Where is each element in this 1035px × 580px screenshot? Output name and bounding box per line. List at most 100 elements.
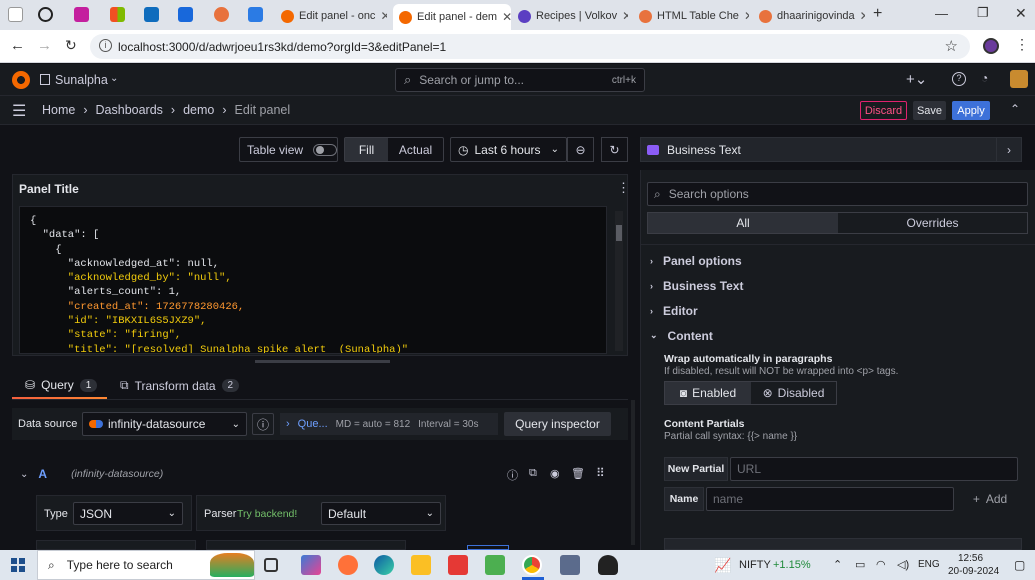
add-button[interactable]: + Add (962, 487, 1018, 511)
jira-icon[interactable] (178, 7, 193, 22)
datasource-select[interactable]: infinity-datasource ⌄ (82, 412, 247, 436)
help-icon[interactable]: ⓘ (507, 467, 518, 483)
taskbar-search[interactable]: ⌕ Type here to search (37, 550, 255, 580)
help-icon[interactable]: ⓘ (252, 413, 274, 435)
name-input[interactable]: name (706, 487, 954, 511)
close-icon[interactable]: ✕ (380, 9, 387, 23)
minimize-icon[interactable]: — (935, 6, 948, 21)
browser-tab[interactable]: Recipes | Volkov ✕ (512, 4, 628, 28)
bookmark-star-icon[interactable]: ☆ (945, 37, 958, 55)
org-switcher[interactable]: Sunalpha (55, 73, 108, 87)
tab-transform[interactable]: ⧉ Transform data 2 (120, 378, 240, 393)
chrome-icon[interactable] (522, 555, 542, 575)
time-range-picker[interactable]: ◷ Last 6 hours ⌄ (450, 137, 567, 162)
app2-icon[interactable] (214, 7, 229, 22)
zoom-out-icon[interactable]: ⊖ (567, 137, 594, 162)
display-icon[interactable]: ▭ (855, 558, 865, 571)
code-scrollbar-thumb[interactable] (616, 225, 622, 241)
switch-icon[interactable] (313, 143, 337, 156)
chevron-up-icon[interactable]: ⌃ (833, 558, 842, 571)
restore-icon[interactable]: ❐ (977, 5, 989, 21)
wifi-icon[interactable]: ◠ (876, 558, 886, 571)
breadcrumb-demo[interactable]: demo (183, 103, 214, 117)
query-scrollbar[interactable] (631, 400, 635, 545)
outlook-icon[interactable] (144, 7, 159, 22)
file-explorer-icon[interactable] (411, 555, 431, 575)
search-options-input[interactable]: ⌕ Search options (647, 182, 1028, 206)
section-panel-options[interactable]: › Panel options (640, 248, 1035, 273)
discard-button[interactable]: Discard (860, 101, 907, 120)
type-select[interactable]: JSON ⌄ (73, 502, 183, 525)
language-indicator[interactable]: ENG (918, 559, 940, 570)
notification-icon[interactable]: ▢ (1014, 558, 1025, 572)
url-field[interactable]: i localhost:3000/d/adwrjoeu1rs3kd/demo?o… (90, 34, 970, 59)
office-icon[interactable] (110, 7, 125, 22)
url-input[interactable]: URL (730, 457, 1018, 481)
panel-kebab-icon[interactable]: ⋮ (617, 180, 630, 196)
linux-penguin-icon[interactable] (598, 555, 618, 575)
arrow-icon[interactable] (38, 7, 53, 22)
add-icon[interactable]: +⌄ (906, 70, 927, 88)
browser-tab-active[interactable]: Edit panel - dem ✕ (393, 4, 511, 30)
clock-date[interactable]: 20-09-2024 (948, 566, 999, 577)
back-icon[interactable]: ← (10, 37, 25, 54)
query-options[interactable]: › Que... MD = auto = 812 Interval = 30s (280, 413, 498, 435)
drag-handle-icon[interactable]: ⠿ (596, 466, 605, 480)
section-business-text[interactable]: › Business Text (640, 273, 1035, 298)
rss-icon[interactable]: ◔ (981, 71, 988, 85)
tab-query[interactable]: ⛁ Query 1 (25, 378, 98, 392)
user-avatar[interactable] (1010, 70, 1028, 88)
actual-button[interactable]: Actual (388, 138, 443, 161)
confluence-icon[interactable] (248, 7, 263, 22)
edge-icon[interactable] (374, 555, 394, 575)
table-view-toggle[interactable]: Table view (239, 137, 338, 162)
chevron-right-icon[interactable]: › (996, 137, 1022, 162)
query-ref-id[interactable]: A (38, 467, 47, 481)
section-content[interactable]: ⌄ Content (640, 323, 1035, 348)
menu-kebab-icon[interactable]: ⋮ (1015, 36, 1029, 53)
notepad-icon[interactable] (485, 555, 505, 575)
disabled-button[interactable]: ⊗ Disabled (751, 382, 836, 404)
visualization-picker[interactable]: Business Text ⌄ (640, 137, 1022, 162)
enabled-button[interactable]: ◙ Enabled (665, 382, 751, 404)
hamburger-icon[interactable]: ☰ (12, 101, 26, 121)
grafana-logo-icon[interactable] (12, 71, 30, 89)
search-bar[interactable]: ⌕ Search or jump to... ctrl+k (395, 68, 645, 92)
browser-tab[interactable]: dhaarinigovinda ✕ (753, 4, 865, 28)
site-info-icon[interactable]: i (99, 39, 112, 52)
trash-icon[interactable]: 🗑 (571, 467, 585, 480)
tab-overrides[interactable]: Overrides (838, 213, 1027, 233)
app-red-icon[interactable] (448, 555, 468, 575)
tab-all[interactable]: All (648, 213, 838, 233)
close-window-icon[interactable]: ✕ (1015, 5, 1027, 22)
new-tab-icon[interactable]: + (873, 5, 882, 23)
splitter-handle[interactable] (255, 360, 390, 363)
try-backend-link[interactable]: Try backend! (237, 508, 297, 520)
copilot-icon[interactable] (301, 555, 321, 575)
section-editor[interactable]: › Editor (640, 298, 1035, 323)
tab-actions-icon[interactable] (8, 7, 23, 22)
chevron-down-icon[interactable]: ⌄ (110, 73, 118, 84)
close-icon[interactable]: ✕ (502, 10, 511, 24)
network-app-icon[interactable] (560, 555, 580, 575)
close-icon[interactable]: ✕ (744, 9, 749, 23)
save-button[interactable]: Save (913, 101, 946, 120)
app-icon[interactable] (74, 7, 89, 22)
windows-start-icon[interactable] (11, 558, 25, 572)
clock-time[interactable]: 12:56 (958, 553, 983, 564)
reload-icon[interactable]: ↻ (65, 37, 77, 54)
copy-icon[interactable]: ⧉ (529, 467, 537, 480)
task-view-icon[interactable] (264, 558, 278, 572)
chevron-down-icon[interactable]: ⌄ (20, 469, 28, 480)
volume-icon[interactable]: ◁) (897, 558, 909, 571)
breadcrumb-home[interactable]: Home (42, 103, 75, 117)
help-icon[interactable]: ? (952, 72, 966, 86)
profile-avatar[interactable] (983, 38, 999, 54)
eye-icon[interactable]: ◉ (550, 467, 560, 480)
forward-icon[interactable]: → (37, 37, 52, 54)
fill-button[interactable]: Fill (345, 138, 388, 161)
refresh-icon[interactable]: ↻ (601, 137, 628, 162)
chevron-up-icon[interactable]: ⌃ (1010, 102, 1020, 116)
close-icon[interactable]: ✕ (622, 9, 628, 23)
browser-tab[interactable]: Edit panel - onc ✕ (275, 4, 387, 28)
